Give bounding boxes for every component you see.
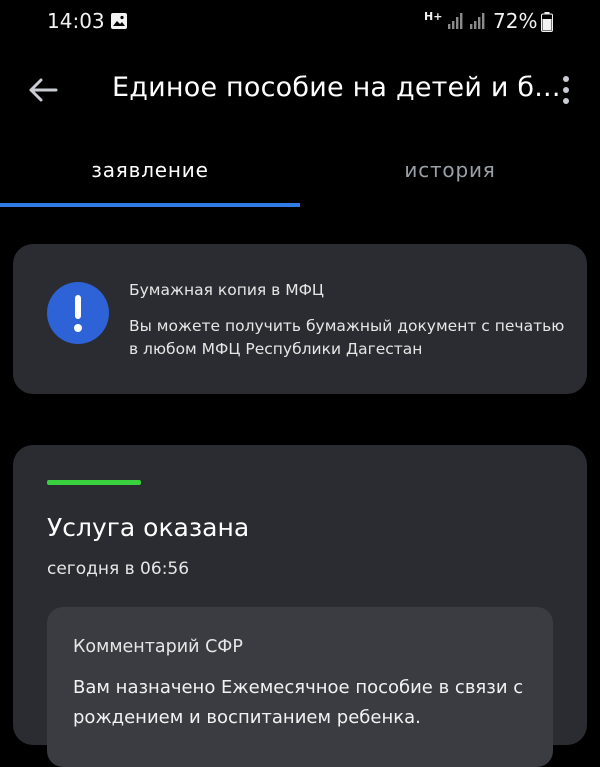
tab-application[interactable]: заявление <box>0 140 300 204</box>
more-vertical-icon[interactable] <box>555 72 577 108</box>
status-indicator <box>47 480 141 485</box>
comment-text: Вам назначено Ежемесячное пособие в связ… <box>73 677 524 728</box>
notice-card: Бумажная копия в МФЦ Вы можете получить … <box>13 244 587 394</box>
status-card: Услуга оказана сегодня в 06:56 Комментар… <box>13 445 587 767</box>
battery-icon <box>541 12 553 32</box>
active-tab-indicator <box>0 203 300 207</box>
page-title: Единое пособие на детей и б... <box>112 72 561 103</box>
notice-title: Бумажная копия в МФЦ <box>129 281 324 299</box>
app-bar: Единое пособие на детей и б... <box>0 56 600 122</box>
image-notification-icon <box>111 13 127 29</box>
status-title: Услуга оказана <box>47 513 250 542</box>
battery-percent: 72% <box>493 9 538 33</box>
notice-text: Вы можете получить бумажный документ с п… <box>129 317 565 358</box>
network-type-icon: H+ <box>424 10 443 23</box>
comment-title: Комментарий СФР <box>73 637 243 657</box>
tab-bar: заявление история <box>0 140 600 208</box>
tab-history[interactable]: история <box>300 140 600 204</box>
status-bar: 14:03 H+ 72% <box>0 0 600 44</box>
comment-box: Комментарий СФР Вам назначено Ежемесячно… <box>47 607 553 767</box>
clock: 14:03 <box>47 9 105 33</box>
signal-icon <box>470 13 485 29</box>
signal-icon <box>448 13 463 29</box>
exclamation-icon <box>47 282 109 344</box>
arrow-left-icon[interactable] <box>26 73 60 107</box>
status-time: сегодня в 06:56 <box>47 559 190 579</box>
